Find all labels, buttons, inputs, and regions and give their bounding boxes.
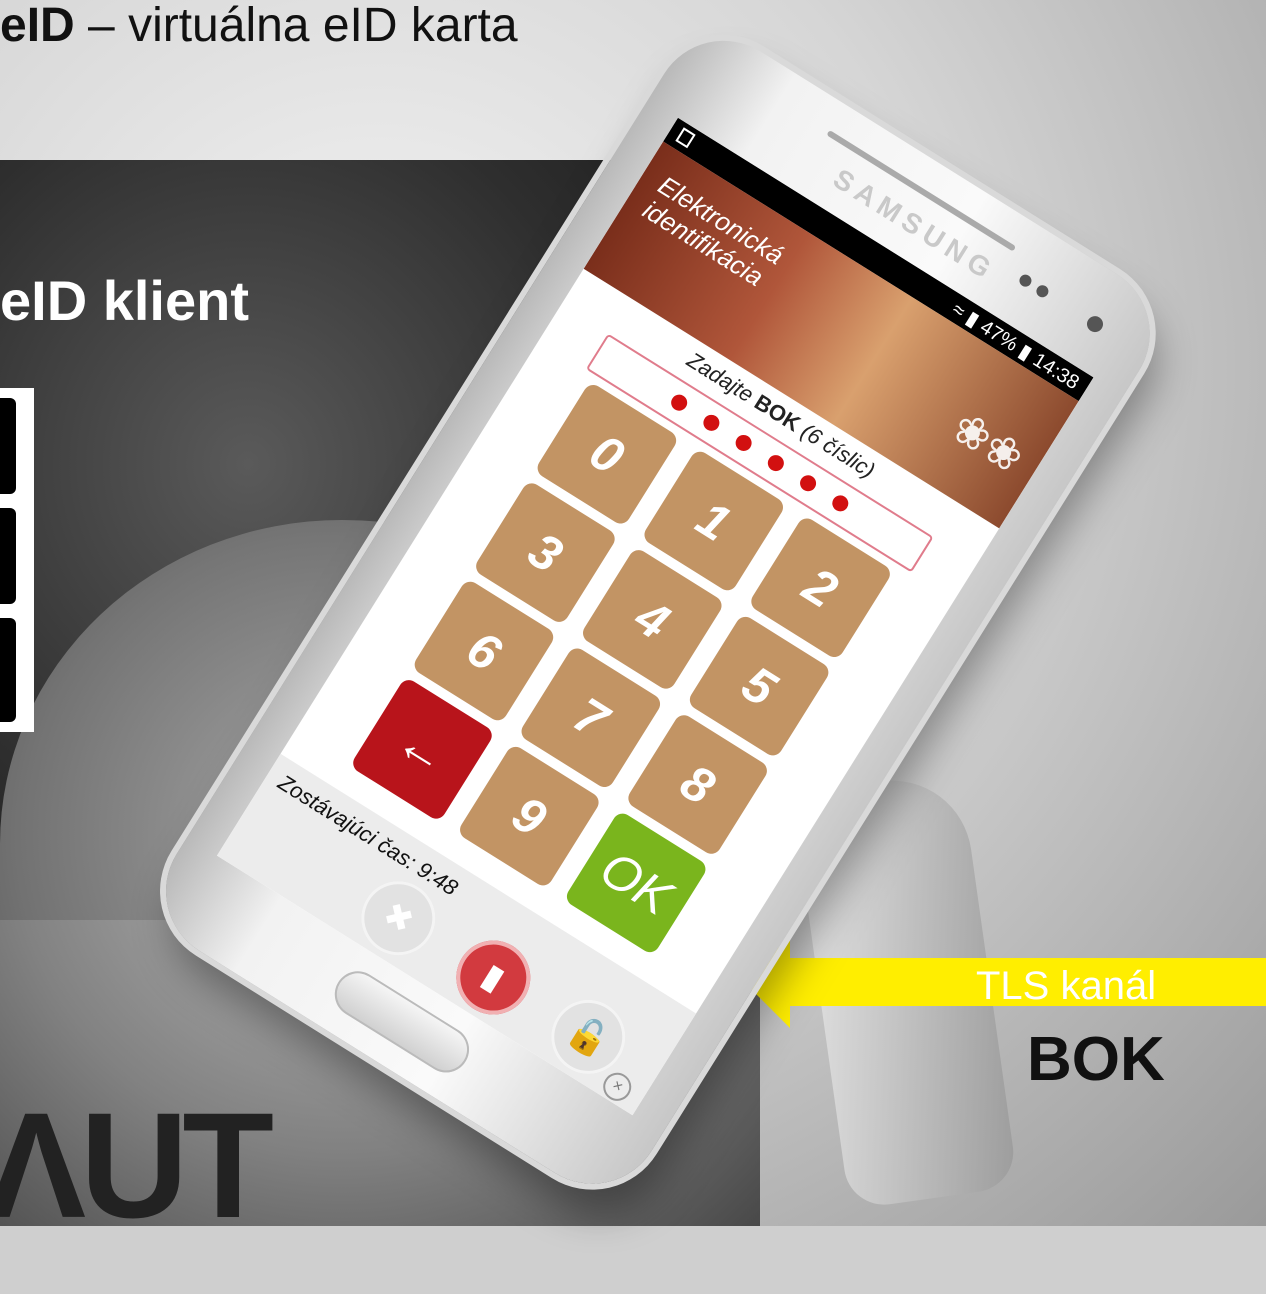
tls-label: TLS kanál — [976, 964, 1157, 1008]
pin-dot — [797, 472, 820, 495]
pin-dot — [732, 431, 755, 454]
left-panel-block — [0, 618, 16, 722]
pin-dot — [668, 391, 691, 414]
slide-title-bold: eID — [0, 0, 75, 52]
arrow-left-icon: ← — [386, 712, 459, 787]
logo: ΛUT — [0, 1081, 274, 1249]
left-panel-block — [0, 508, 16, 604]
bok-label: BOK — [1027, 1025, 1165, 1094]
left-panel-block — [0, 398, 16, 494]
trash-icon: ▮ — [475, 956, 512, 999]
tools-icon: ✖ — [376, 894, 421, 942]
left-panel — [0, 388, 34, 732]
slide-title: eID – virtuálna eID karta — [0, 0, 518, 53]
floral-ornament-icon: ❀❀ — [943, 402, 1033, 484]
slide-title-rest: – virtuálna eID karta — [74, 0, 518, 52]
section-heading: eID klient — [0, 269, 249, 332]
unlock-icon: 🔓 — [560, 1009, 617, 1065]
notification-icon — [675, 127, 696, 149]
pin-dot — [700, 411, 723, 434]
pin-dot — [829, 492, 852, 515]
pin-dot — [764, 452, 787, 475]
